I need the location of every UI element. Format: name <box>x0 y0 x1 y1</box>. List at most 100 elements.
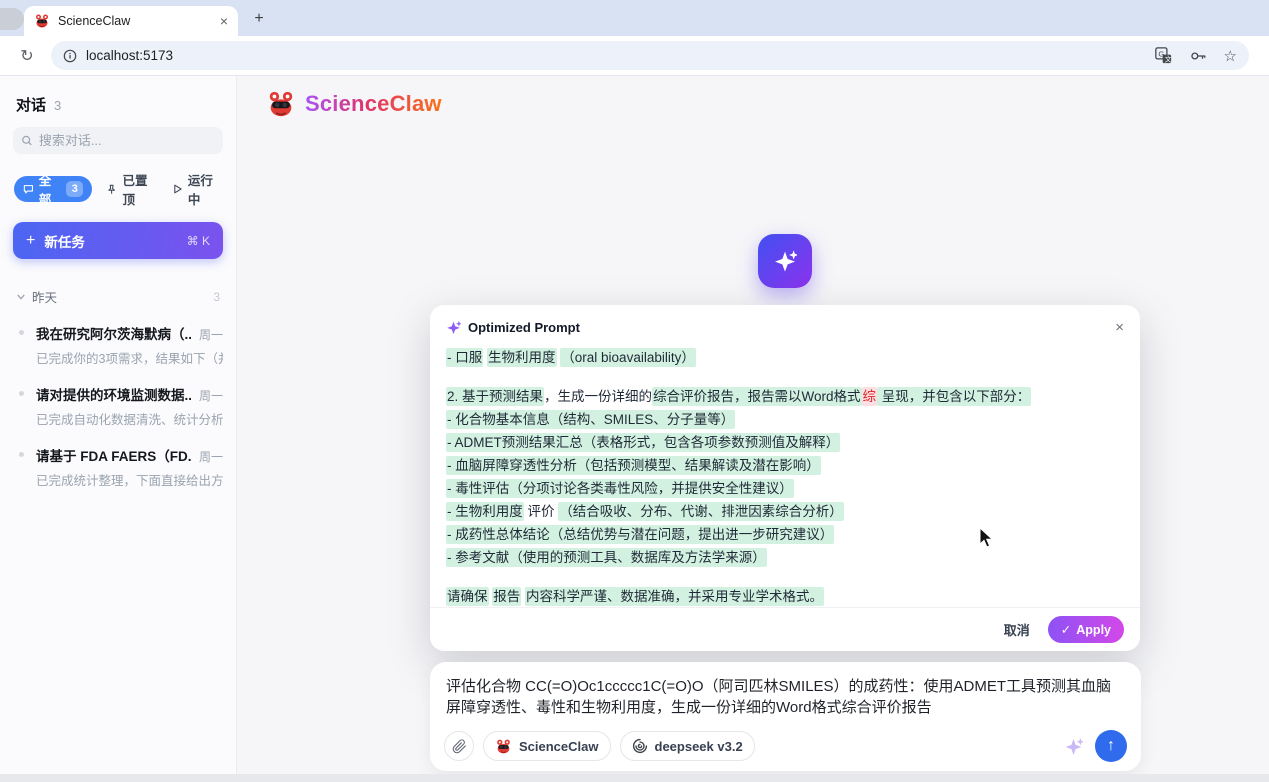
new-tab-button[interactable]: + <box>248 8 270 30</box>
search-icon <box>21 134 33 147</box>
svg-text:文: 文 <box>1164 54 1171 63</box>
paperclip-icon <box>452 739 467 754</box>
status-dot <box>19 452 24 457</box>
search-input[interactable] <box>39 133 215 148</box>
conversation-title: 请对提供的环境监测数据... <box>36 384 191 404</box>
message-composer[interactable]: 评估化合物 CC(=O)Oc1ccccc1C(=O)O（阿司匹林SMILES）的… <box>430 662 1141 771</box>
plus-icon: + <box>26 232 35 250</box>
translate-icon[interactable]: G 文 <box>1155 47 1172 64</box>
apply-button[interactable]: ✓ Apply <box>1048 616 1124 643</box>
conversation-time: 周一 <box>199 387 223 404</box>
sparkles-icon <box>773 249 797 273</box>
diff-segment-add: 呈现，并包含以下部分： <box>877 387 1031 406</box>
diff-segment-add: 内容科学严谨、数据准确，并采用专业学术格式。 <box>525 587 824 606</box>
new-task-label: 新任务 <box>44 231 186 251</box>
close-icon[interactable]: × <box>1115 319 1124 336</box>
modal-body: - 口服 生物利用度 （oral bioavailability） 2. 基于预测… <box>430 344 1140 608</box>
optimized-prompt-modal: Optimized Prompt × - 口服 生物利用度 （oral bioa… <box>430 305 1140 651</box>
sparkles-icon <box>446 320 461 335</box>
reload-icon[interactable]: ↻ <box>17 46 37 66</box>
conversation-time: 周一 <box>199 326 223 343</box>
new-task-shortcut: ⌘ K <box>187 234 210 248</box>
app-logo-text: ScienceClaw <box>305 91 442 117</box>
filter-all-label: 全部 <box>39 170 62 208</box>
status-dot <box>19 391 24 396</box>
apply-label: Apply <box>1076 623 1111 637</box>
diff-line: - 参考文献（使用的预测工具、数据库及方法学来源） <box>446 546 1124 569</box>
tab-close-icon[interactable]: × <box>220 13 228 29</box>
sidebar-count: 3 <box>54 98 61 113</box>
diff-segment-none: 评价 <box>524 504 559 519</box>
diff-line: - 毒性评估（分项讨论各类毒性风险，并提供安全性建议） <box>446 477 1124 500</box>
diff-segment-add: 生物利用度 <box>487 348 557 367</box>
info-icon[interactable] <box>63 49 77 63</box>
filter-running[interactable]: 运行中 <box>172 170 223 208</box>
pin-icon <box>106 183 117 196</box>
attach-button[interactable] <box>444 731 474 761</box>
diff-line: 请确保 报告 内容科学严谨、数据准确，并采用专业学术格式。 <box>446 585 1124 608</box>
diff-line: - 化合物基本信息（结构、SMILES、分子量等） <box>446 408 1124 431</box>
diff-segment-add: 请确保 <box>446 587 489 606</box>
diff-segment-none: ，生成一份详细的 <box>544 389 652 404</box>
send-button[interactable]: ↑ <box>1095 730 1127 762</box>
conversation-item[interactable]: 请对提供的环境监测数据... 周一 已完成自动化数据清洗、统计分析... <box>13 384 223 428</box>
diff-line: - 口服 生物利用度 （oral bioavailability） <box>446 346 1124 369</box>
optimize-prompt-button[interactable] <box>758 234 812 288</box>
diff-segment-add: - 生物利用度 <box>446 502 524 521</box>
arrow-up-icon: ↑ <box>1107 737 1115 755</box>
url-text[interactable]: localhost:5173 <box>86 48 1155 63</box>
diff-line: 2. 基于预测结果，生成一份详细的综合评价报告，报告需以Word格式综 呈现，并… <box>446 385 1124 408</box>
agent-chip[interactable]: ScienceClaw <box>483 731 611 761</box>
model-chip[interactable]: deepseek v3.2 <box>620 731 755 761</box>
diff-segment-add: 2. 基于预测结果 <box>446 387 544 406</box>
diff-segment-del: 综 <box>862 387 878 406</box>
filter-running-label: 运行中 <box>188 170 223 208</box>
filter-all-badge: 3 <box>66 181 83 197</box>
browser-toolbar: ↻ localhost:5173 G 文 ☆ <box>0 36 1269 76</box>
modal-title: Optimized Prompt <box>468 320 1115 335</box>
conversation-time: 周一 <box>199 448 223 465</box>
composer-input[interactable]: 评估化合物 CC(=O)Oc1ccccc1C(=O)O（阿司匹林SMILES）的… <box>430 662 1141 718</box>
diff-line: - 成药性总体结论（总结优势与潜在问题，提出进一步研究建议） <box>446 523 1124 546</box>
magic-sparkles-icon[interactable] <box>1064 737 1083 756</box>
diff-spacer <box>446 569 1124 585</box>
check-icon: ✓ <box>1061 622 1071 637</box>
model-swirl-icon <box>632 738 648 754</box>
diff-line: - 血脑屏障穿透性分析（包括预测模型、结果解读及潜在影响） <box>446 454 1124 477</box>
crab-icon <box>495 738 512 755</box>
address-bar[interactable]: localhost:5173 G 文 ☆ <box>51 41 1249 70</box>
conversation-item[interactable]: 请基于 FDA FAERS（FD... 周一 已完成统计整理，下面直接给出方..… <box>13 445 223 489</box>
search-box[interactable] <box>13 127 223 154</box>
key-icon[interactable] <box>1189 47 1207 65</box>
diff-segment-add: 报告 <box>492 587 521 606</box>
model-chip-label: deepseek v3.2 <box>655 739 743 754</box>
bookmark-star-icon[interactable]: ☆ <box>1224 47 1237 65</box>
conversation-title: 请基于 FDA FAERS（FD... <box>36 445 191 465</box>
conversation-group-header[interactable]: 昨天 3 <box>13 287 223 306</box>
conversation-item[interactable]: 我在研究阿尔茨海默病（... 周一 已完成你的3项需求，结果如下（并... <box>13 323 223 367</box>
browser-tab-strip: ScienceClaw × + <box>0 0 1269 36</box>
diff-segment-add: - 化合物基本信息（结构、SMILES、分子量等） <box>446 410 735 429</box>
conversation-title: 我在研究阿尔茨海默病（... <box>36 323 191 343</box>
sidebar: 对话 3 全部 3 已置顶 <box>0 76 237 782</box>
diff-segment-add: - 成药性总体结论（总结优势与潜在问题，提出进一步研究建议） <box>446 525 834 544</box>
diff-segment-add: 综合评价报告，报告需以Word格式 <box>652 387 862 406</box>
filter-pinned-label: 已置顶 <box>123 170 158 208</box>
diff-spacer <box>446 369 1124 385</box>
chevron-down-icon <box>16 292 26 302</box>
app-logo: ScienceClaw <box>266 89 442 119</box>
new-task-button[interactable]: + 新任务 ⌘ K <box>13 222 223 259</box>
tab-title: ScienceClaw <box>58 14 220 28</box>
conversation-preview: 已完成你的3项需求，结果如下（并... <box>36 348 223 367</box>
filter-all[interactable]: 全部 3 <box>14 176 92 202</box>
conversation-preview: 已完成自动化数据清洗、统计分析... <box>36 409 223 428</box>
agent-chip-label: ScienceClaw <box>519 739 599 754</box>
diff-segment-add: （oral bioavailability） <box>560 348 696 367</box>
cancel-button[interactable]: 取消 <box>1004 620 1030 639</box>
mouse-cursor <box>978 527 997 549</box>
browser-tab[interactable]: ScienceClaw × <box>24 6 238 36</box>
group-count: 3 <box>213 290 220 304</box>
crab-favicon-icon <box>34 13 50 29</box>
filter-pinned[interactable]: 已置顶 <box>106 170 157 208</box>
diff-segment-add: - 毒性评估（分项讨论各类毒性风险，并提供安全性建议） <box>446 479 794 498</box>
